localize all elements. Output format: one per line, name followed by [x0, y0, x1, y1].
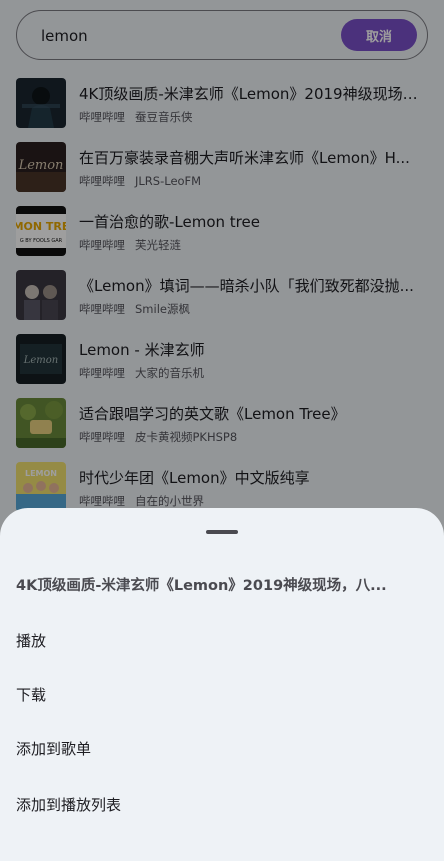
add-to-playlist-action[interactable]: 添加到歌单	[0, 722, 444, 774]
download-action[interactable]: 下载	[0, 668, 444, 720]
drag-handle[interactable]	[206, 530, 238, 534]
play-action[interactable]: 播放	[0, 614, 444, 666]
add-to-queue-action[interactable]: 添加到播放列表	[0, 778, 444, 830]
bottom-sheet: 4K顶级画质-米津玄师《Lemon》2019神级现场，八... 播放 下载 添加…	[0, 508, 444, 861]
sheet-title: 4K顶级画质-米津玄师《Lemon》2019神级现场，八...	[16, 578, 387, 594]
